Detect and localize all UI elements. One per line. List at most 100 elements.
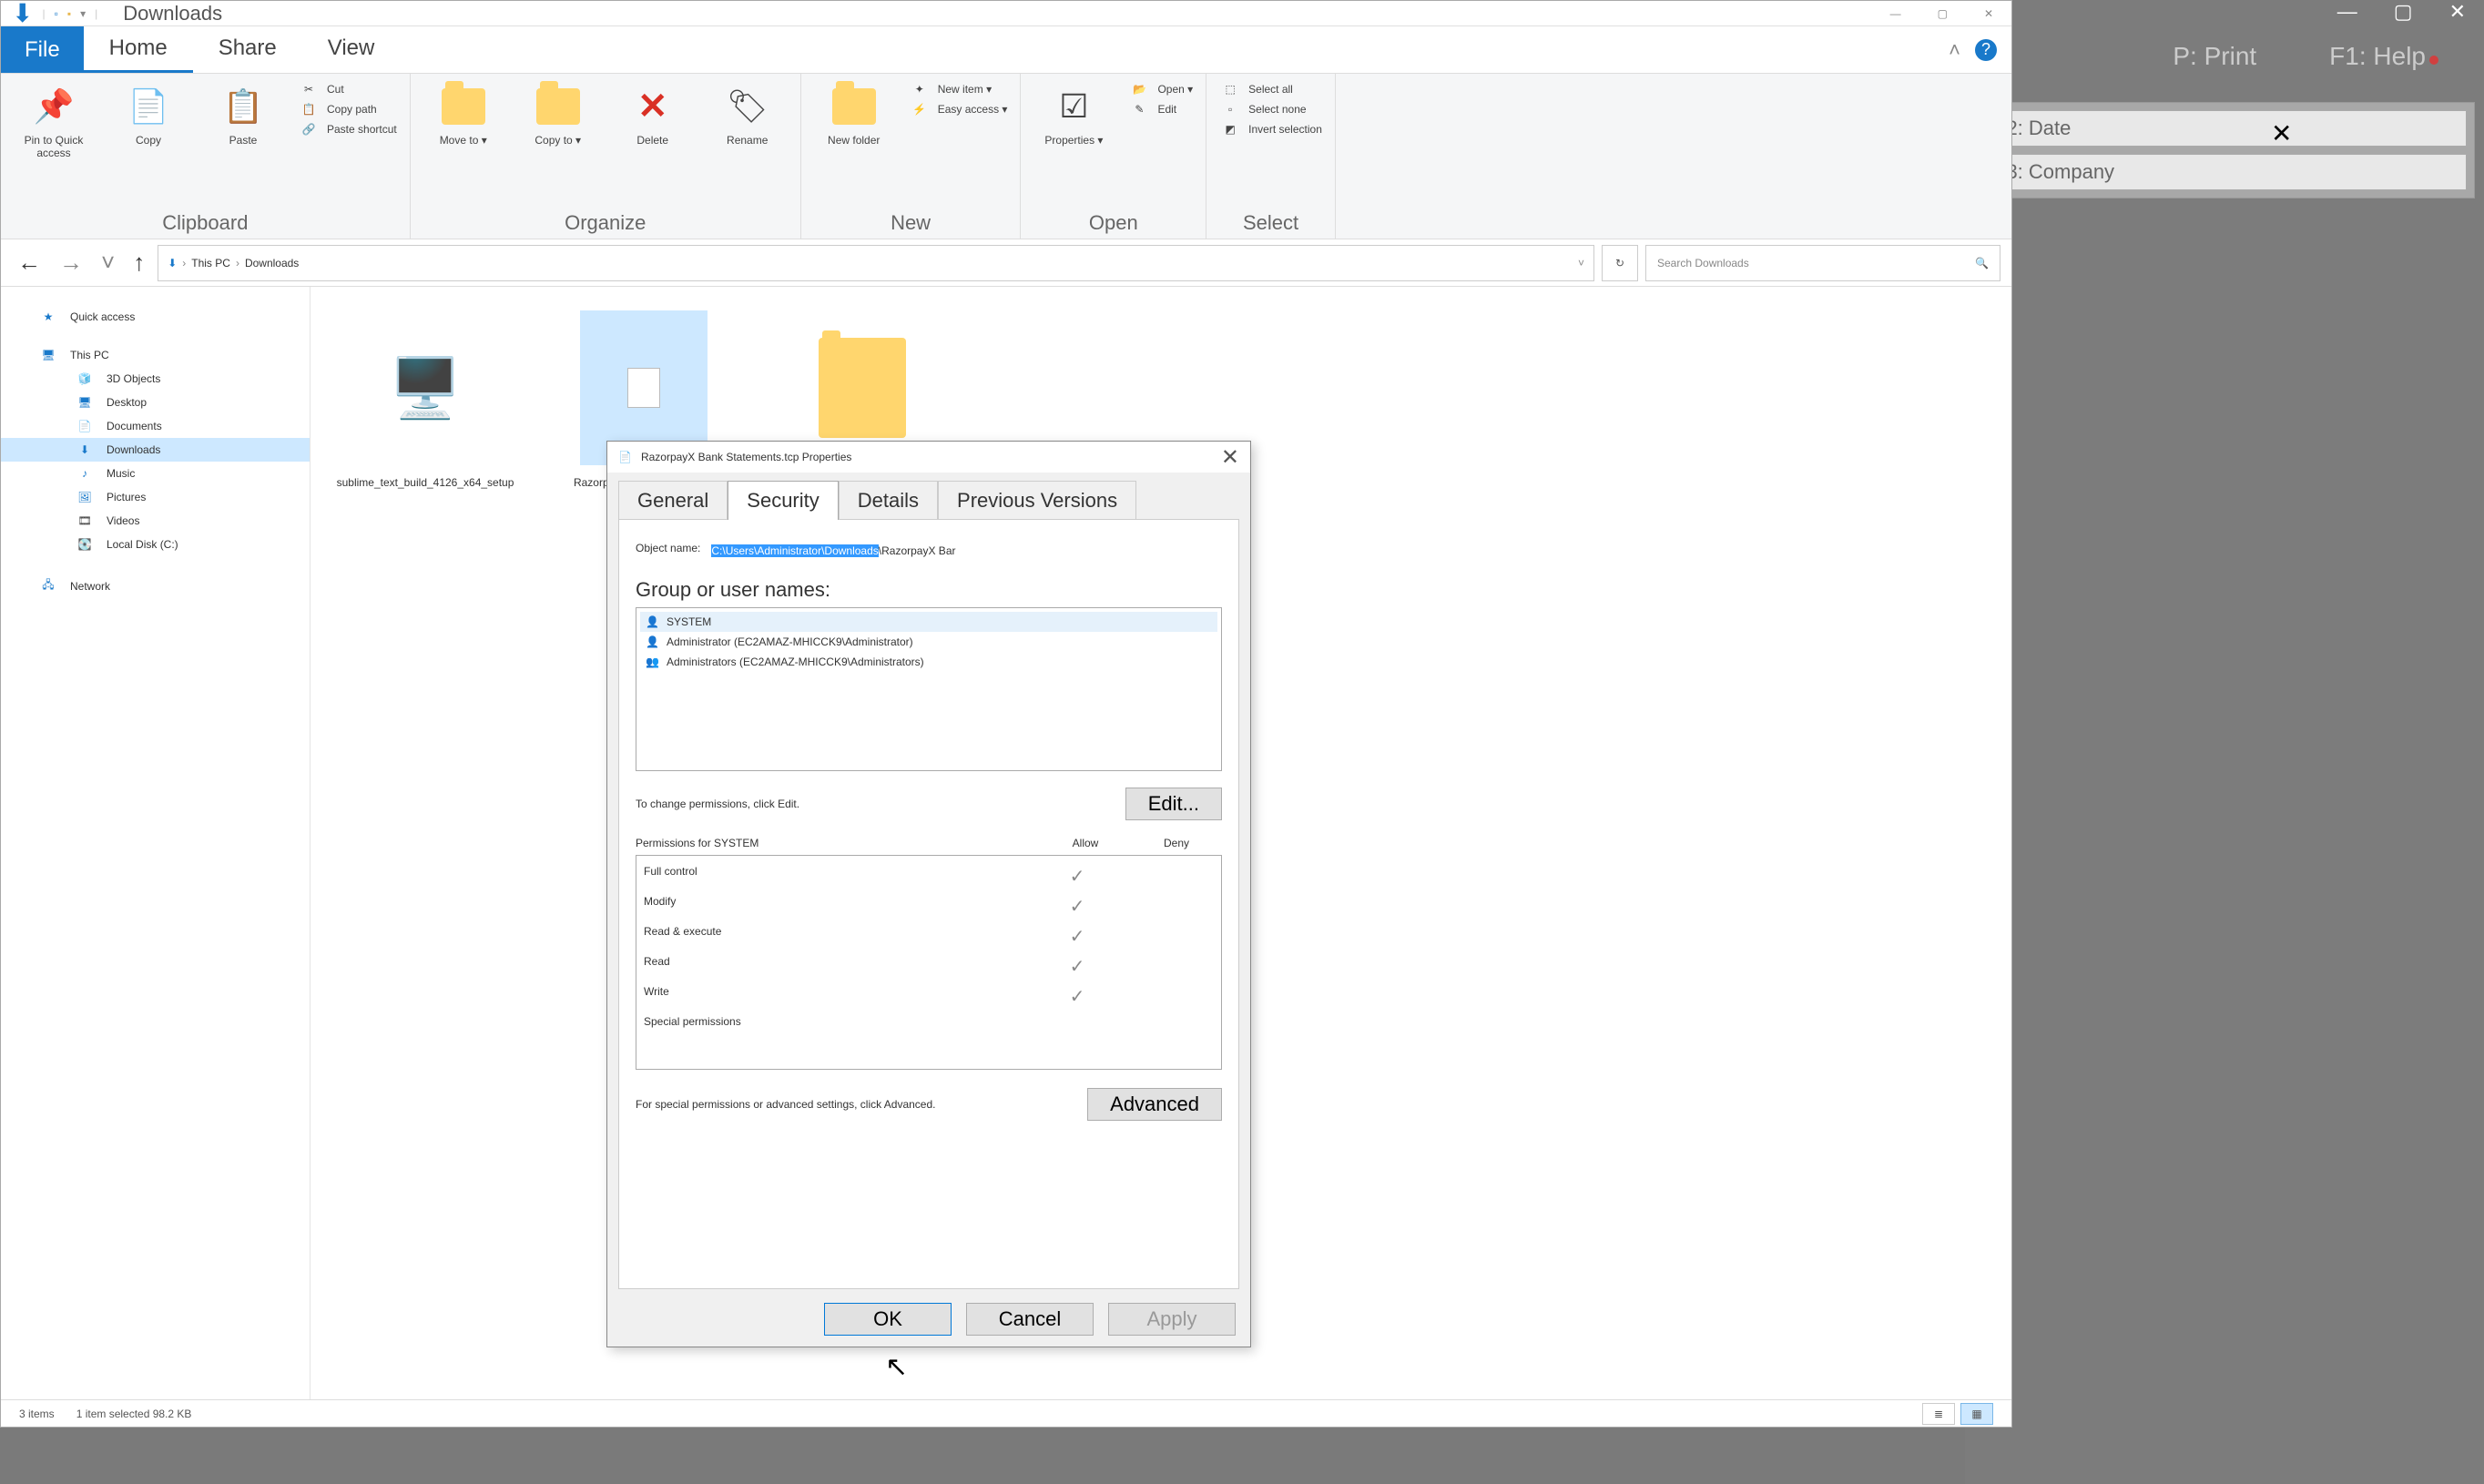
delete-icon: ✕ [631,85,675,128]
object-name-field[interactable]: C:\Users\Administrator\Downloads\Razorpa… [711,536,1222,560]
cut-icon: ✂ [298,83,320,96]
forward-button[interactable]: → [54,249,88,277]
open-button[interactable]: 📂Open ▾ [1128,83,1193,96]
easy-access-icon: ⚡ [909,103,931,116]
check-icon: ✓ [1032,985,1123,1008]
new-item-icon: ✦ [909,83,931,96]
perm-name: Modify [644,895,1032,918]
refresh-button[interactable]: ↻ [1602,245,1638,281]
advanced-hint: For special permissions or advanced sett… [636,1098,936,1111]
nav-quick-access[interactable]: ★Quick access [1,305,310,329]
cut-button[interactable]: ✂Cut [298,83,397,96]
rename-icon: 🏷 [726,85,769,128]
copy-to-button[interactable]: Copy to ▾ [514,79,602,152]
properties-icon: ☑ [1052,85,1095,128]
details-view-button[interactable]: ≣ [1922,1403,1955,1425]
select-all-icon: ⬚ [1219,83,1241,96]
rename-button[interactable]: 🏷Rename [704,79,791,152]
nav-network[interactable]: 🖧Network [1,571,310,601]
up-button[interactable]: ↑ [127,249,150,277]
new-item-button[interactable]: ✦New item ▾ [909,83,1008,96]
user-list-item[interactable]: 👤Administrator (EC2AMAZ-MHICCK9\Administ… [640,632,1217,652]
icons-view-button[interactable]: ▦ [1960,1403,1993,1425]
copy-button[interactable]: 📄Copy [105,79,192,152]
bg-menu-help[interactable]: F1: Help [2329,42,2426,70]
help-icon[interactable]: ? [1975,39,1997,61]
nav-pictures[interactable]: 🖼Pictures [1,485,310,509]
pin-to-quick-access-button[interactable]: 📌Pin to Quick access [10,79,97,166]
nav-local-disk[interactable]: 💽Local Disk (C:) [1,533,310,556]
bg-maximize-button[interactable]: ▢ [2394,0,2413,20]
edit-icon: ✎ [1128,103,1150,116]
tab-security[interactable]: Security [728,481,838,520]
invert-selection-button[interactable]: ◩Invert selection [1219,123,1322,136]
bg-minimize-button[interactable]: — [2337,0,2357,20]
recent-locations-button[interactable]: ˅ [96,249,120,277]
collapse-ribbon-icon[interactable]: ˄ [1949,38,1960,62]
user-list-item[interactable]: 👤SYSTEM [640,612,1217,632]
minimize-button[interactable]: — [1890,7,1901,20]
edit-permissions-button[interactable]: Edit... [1125,788,1222,820]
group-label: Select [1216,208,1326,239]
file-tab[interactable]: File [1,26,84,73]
copy-path-button[interactable]: 📋Copy path [298,103,397,116]
navigation-pane: ★Quick access 🖥This PC 🧊3D Objects 🖥Desk… [1,287,310,1399]
cancel-button[interactable]: Cancel [966,1303,1094,1336]
allow-header: Allow [1040,837,1131,849]
apply-button[interactable]: Apply [1108,1303,1236,1336]
new-folder-button[interactable]: New folder [810,79,898,152]
address-bar: ← → ˅ ↑ ⬇ › This PC › Downloads ˅ ↻ Sear… [1,239,2011,287]
qat-folder-icon[interactable]: ▪ [67,7,71,20]
music-icon: ♪ [74,467,96,480]
tab-home[interactable]: Home [84,26,193,73]
paste-shortcut-button[interactable]: 🔗Paste shortcut [298,123,397,136]
qat-save-icon[interactable]: ▫ [55,7,58,20]
search-input[interactable]: Search Downloads 🔍 [1645,245,2000,281]
bg-menu-print[interactable]: P: Print [2173,42,2256,71]
maximize-button[interactable]: ▢ [1938,7,1948,20]
dialog-close-button[interactable]: ✕ [1221,444,1239,471]
bg-field-date[interactable]: F2: Date [1982,110,2467,147]
nav-desktop[interactable]: 🖥Desktop [1,391,310,414]
desktop-icon: 🖥 [74,396,96,409]
nav-videos[interactable]: 🎞Videos [1,509,310,533]
tab-previous-versions[interactable]: Previous Versions [938,481,1136,520]
tab-view[interactable]: View [302,26,401,73]
select-all-button[interactable]: ⬚Select all [1219,83,1322,96]
properties-dialog: 📄 RazorpayX Bank Statements.tcp Properti… [606,441,1251,1347]
select-none-button[interactable]: ▫Select none [1219,103,1322,116]
file-item[interactable]: 🖥️ sublime_text_build_4126_x64_setup [334,310,516,491]
pc-icon: 🖥 [37,349,59,361]
group-new: New folder ✦New item ▾ ⚡Easy access ▾ Ne… [801,74,1022,239]
group-open: ☑Properties ▾ 📂Open ▾ ✎Edit Open [1021,74,1206,239]
nav-documents[interactable]: 📄Documents [1,414,310,438]
breadcrumb[interactable]: ⬇ › This PC › Downloads ˅ [158,245,1594,281]
edit-button[interactable]: ✎Edit [1128,103,1193,116]
delete-button[interactable]: ✕Delete [609,79,697,152]
breadcrumb-segment[interactable]: This PC [191,257,230,269]
user-list[interactable]: 👤SYSTEM 👤Administrator (EC2AMAZ-MHICCK9\… [636,607,1222,771]
nav-music[interactable]: ♪Music [1,462,310,485]
close-button[interactable]: ✕ [1984,7,1993,20]
ok-button[interactable]: OK [824,1303,952,1336]
bg-close-button[interactable]: ✕ [2449,0,2466,20]
move-to-icon [442,85,485,128]
move-to-button[interactable]: Move to ▾ [420,79,507,152]
tab-details[interactable]: Details [839,481,938,520]
qat-dropdown-icon[interactable]: ▾ [80,7,86,20]
easy-access-button[interactable]: ⚡Easy access ▾ [909,103,1008,116]
tab-share[interactable]: Share [193,26,302,73]
breadcrumb-segment[interactable]: Downloads [245,257,299,269]
nav-downloads[interactable]: ⬇Downloads [1,438,310,462]
bg-field-company[interactable]: F3: Company [1982,154,2467,190]
tab-general[interactable]: General [618,481,728,520]
paste-icon: 📋 [221,85,265,128]
properties-button[interactable]: ☑Properties ▾ [1030,79,1117,152]
nav-this-pc[interactable]: 🖥This PC [1,343,310,367]
nav-3d-objects[interactable]: 🧊3D Objects [1,367,310,391]
back-button[interactable]: ← [12,249,46,277]
panel-close-icon[interactable]: ✕ [2271,118,2292,148]
user-list-item[interactable]: 👥Administrators (EC2AMAZ-MHICCK9\Adminis… [640,652,1217,672]
paste-button[interactable]: 📋Paste [199,79,287,152]
advanced-button[interactable]: Advanced [1087,1088,1222,1121]
